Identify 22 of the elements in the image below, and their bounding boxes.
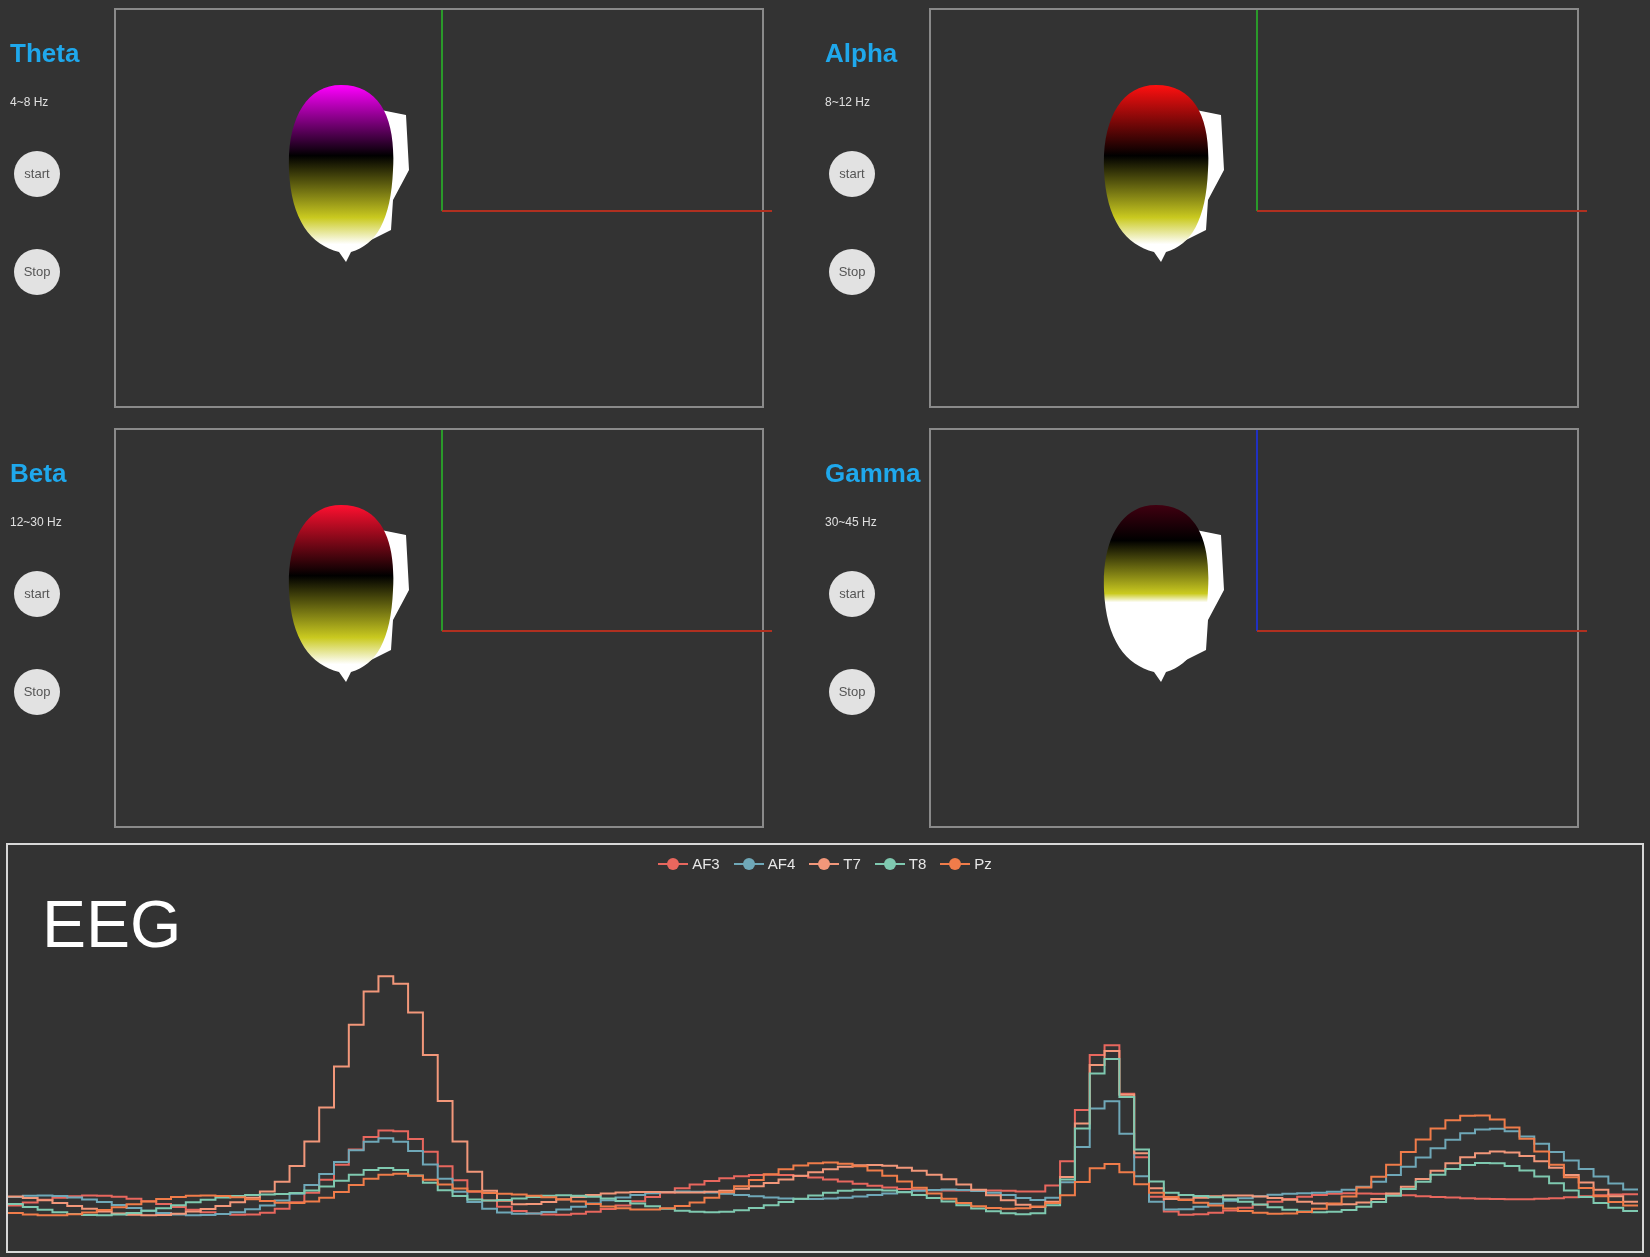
legend-item[interactable]: T7 xyxy=(809,853,861,876)
frequency-range: 12~30 Hz xyxy=(10,514,62,531)
frequency-range: 4~8 Hz xyxy=(10,94,49,111)
legend-item[interactable]: Pz xyxy=(940,853,992,876)
band-title: Gamma xyxy=(825,457,921,490)
start-button[interactable]: start xyxy=(829,571,875,617)
stop-button[interactable]: Stop xyxy=(14,669,60,715)
start-button[interactable]: start xyxy=(14,571,60,617)
band-title: Beta xyxy=(10,457,67,490)
band-title: Alpha xyxy=(825,37,898,70)
start-button[interactable]: start xyxy=(829,151,875,197)
stop-button[interactable]: Stop xyxy=(829,669,875,715)
stop-button[interactable]: Stop xyxy=(829,249,875,295)
band-title: Theta xyxy=(10,37,80,70)
legend-item[interactable]: AF3 xyxy=(658,853,720,876)
stop-button[interactable]: Stop xyxy=(14,249,60,295)
legend-item[interactable]: AF4 xyxy=(733,853,796,876)
frequency-range: 8~12 Hz xyxy=(825,94,871,111)
chart-title: EEG xyxy=(42,886,182,963)
legend-item[interactable]: T8 xyxy=(874,853,927,876)
start-button[interactable]: start xyxy=(14,151,60,197)
frequency-range: 30~45 Hz xyxy=(825,514,877,531)
